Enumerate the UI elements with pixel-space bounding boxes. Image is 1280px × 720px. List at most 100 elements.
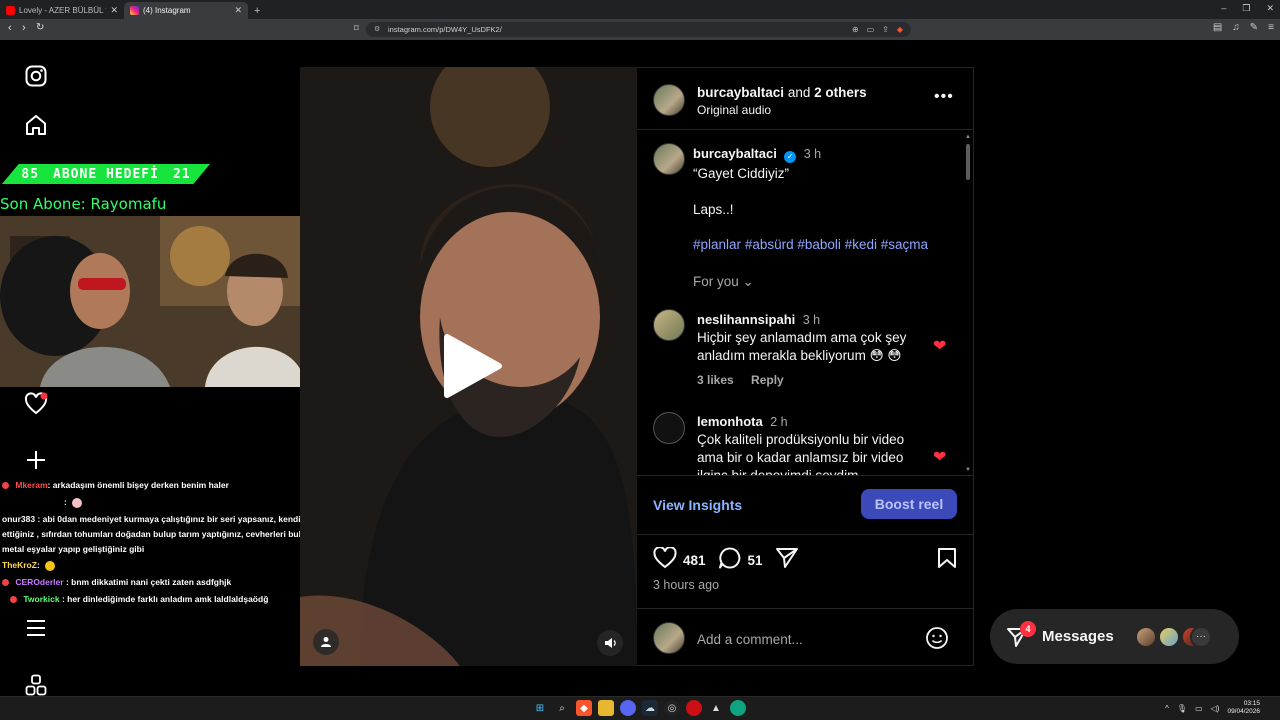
hashtag-link[interactable]: #baboli <box>797 237 841 252</box>
unread-badge: 4 <box>1020 621 1036 637</box>
comment-username[interactable]: neslihannsipahi <box>697 312 795 327</box>
liked-heart-icon[interactable]: ❤ <box>933 447 946 467</box>
clock[interactable]: 03:15 09/04/2026 <box>1227 700 1260 716</box>
original-audio-link[interactable]: Original audio <box>697 103 771 117</box>
maximize-icon[interactable]: ❐ <box>1242 3 1250 14</box>
minimize-icon[interactable]: – <box>1221 3 1226 14</box>
taskbar-apps: ⊞ ⌕ ◆ ☁ ◎ ▲ <box>532 700 746 716</box>
collaborators-link[interactable]: 2 others <box>814 85 867 100</box>
instagram-logo-icon[interactable] <box>22 62 50 90</box>
obs-icon[interactable]: ◎ <box>664 700 680 716</box>
forward-icon[interactable]: › <box>22 22 26 34</box>
chat-badge-icon <box>2 482 9 490</box>
tab-instagram[interactable]: (4) Instagram ✕ <box>124 2 248 19</box>
media-icon[interactable]: ♫ <box>1232 22 1240 33</box>
tagged-people-icon[interactable] <box>313 629 339 655</box>
home-icon[interactable] <box>22 111 50 139</box>
more-menu-icon[interactable] <box>22 614 50 642</box>
sidebar-icon[interactable]: ▤ <box>1213 22 1222 33</box>
comment-input[interactable]: Add a comment... <box>697 632 803 647</box>
tab-title: Lovely - AZER BÜLBÜL ft. Billie Eilish <box>19 6 106 15</box>
avatar[interactable] <box>653 143 685 175</box>
clock-date: 09/04/2026 <box>1227 708 1260 715</box>
scroll-up-icon[interactable]: ▲ <box>965 134 971 140</box>
post-side-panel: burcaybaltaci and 2 others Original audi… <box>637 67 974 666</box>
post-actions: 481 51 <box>653 545 957 574</box>
comments-list[interactable]: burcaybaltaci ✓ 3 h “Gayet Ciddiyiz” Lap… <box>637 131 973 475</box>
hashtag-link[interactable]: #absürd <box>745 237 794 252</box>
emote-icon <box>45 560 56 571</box>
like-count[interactable]: 481 <box>683 553 706 568</box>
boost-reel-button[interactable]: Boost reel <box>861 489 957 519</box>
opera-icon[interactable] <box>686 700 702 716</box>
avatar[interactable] <box>653 84 685 116</box>
comment-username[interactable]: lemonhota <box>697 414 763 429</box>
site-info-icon[interactable]: ⚙ <box>374 22 380 37</box>
avatar[interactable] <box>653 412 685 444</box>
author-username[interactable]: burcaybaltaci <box>697 85 784 100</box>
new-tab-button[interactable]: + <box>254 5 260 17</box>
volume-icon[interactable] <box>597 630 623 656</box>
play-icon[interactable] <box>441 333 503 404</box>
network-icon[interactable]: ▭ <box>1195 704 1203 713</box>
liked-heart-icon[interactable]: ❤ <box>933 336 946 356</box>
for-you-dropdown[interactable]: For you ⌄ <box>693 274 953 290</box>
chat-text: : arkadaşım önemli bişey derken benim ha… <box>47 480 229 490</box>
steam-icon[interactable]: ☁ <box>642 700 658 716</box>
zoom-icon[interactable]: ⊕ <box>852 22 859 37</box>
avatar[interactable] <box>653 309 685 341</box>
reply-button[interactable]: Reply <box>751 373 784 387</box>
tab-youtube[interactable]: Lovely - AZER BÜLBÜL ft. Billie Eilish ✕ <box>0 2 124 19</box>
volume-tray-icon[interactable]: ◁) <box>1211 704 1220 713</box>
mic-icon[interactable]: 🎙 <box>1177 704 1187 713</box>
chat-user: onur383 <box>2 514 36 524</box>
windows-taskbar: ⊞ ⌕ ◆ ☁ ◎ ▲ ^ 🎙 ▭ ◁) 03:15 09/04/2026 <box>0 696 1280 720</box>
extensions-icon[interactable]: ✎ <box>1250 22 1258 33</box>
hashtag-link[interactable]: #kedi <box>845 237 877 252</box>
more-options-icon[interactable]: ••• <box>934 88 954 106</box>
close-tab-icon[interactable]: ✕ <box>110 5 118 16</box>
comments-scrollbar[interactable]: ▲ ▼ <box>965 134 971 473</box>
brave-browser-icon[interactable]: ◆ <box>576 700 592 716</box>
cast-icon[interactable]: ▭ <box>867 22 875 37</box>
post-author[interactable]: burcaybaltaci and 2 others <box>697 85 867 100</box>
start-icon[interactable]: ⊞ <box>532 700 548 716</box>
clock-time: 03:15 <box>1243 700 1260 707</box>
url-actions: ⊕ ▭ ⇪ ◆ <box>852 22 903 37</box>
create-plus-icon[interactable] <box>22 446 50 474</box>
hashtag-link[interactable]: #planlar <box>693 237 741 252</box>
back-icon[interactable]: ‹ <box>8 22 12 34</box>
comment-icon[interactable] <box>718 546 742 574</box>
scroll-down-icon[interactable]: ▼ <box>965 467 971 473</box>
app-icon[interactable]: ▲ <box>708 700 724 716</box>
caption-username[interactable]: burcaybaltaci <box>693 146 777 161</box>
share-icon[interactable] <box>775 547 799 574</box>
chatgpt-icon[interactable] <box>730 700 746 716</box>
comment-likes[interactable]: 3 likes <box>697 373 734 387</box>
discord-icon[interactable] <box>620 700 636 716</box>
reload-icon[interactable]: ↻ <box>36 22 44 33</box>
address-bar[interactable]: ⚙ instagram.com/p/DW4Y_UsDFK2/ ⊕ ▭ ⇪ ◆ <box>366 22 911 37</box>
also-from-meta-icon[interactable] <box>22 671 50 699</box>
emoji-icon[interactable] <box>925 626 949 655</box>
more-avatars-icon: ··· <box>1190 626 1212 648</box>
like-icon[interactable] <box>653 545 677 574</box>
messages-button[interactable]: 4 Messages ··· <box>990 609 1239 664</box>
add-comment-bar: Add a comment... <box>637 608 973 666</box>
close-tab-icon[interactable]: ✕ <box>234 5 242 16</box>
hashtag-link[interactable]: #saçma <box>881 237 928 252</box>
scroll-thumb[interactable] <box>966 144 970 180</box>
menu-icon[interactable]: ≡ <box>1268 22 1274 33</box>
share-icon[interactable]: ⇪ <box>882 22 889 37</box>
tray-overflow-icon[interactable]: ^ <box>1165 704 1169 713</box>
file-explorer-icon[interactable] <box>598 700 614 716</box>
reel-video-player[interactable] <box>300 67 637 666</box>
bookmark-page-icon[interactable]: ⌑ <box>354 23 359 34</box>
close-window-icon[interactable]: ✕ <box>1266 3 1274 14</box>
save-bookmark-icon[interactable] <box>937 547 957 574</box>
view-insights-link[interactable]: View Insights <box>653 497 742 513</box>
search-icon[interactable]: ⌕ <box>554 700 570 716</box>
browser-toolbar: ‹ › ↻ ⌑ ⚙ instagram.com/p/DW4Y_UsDFK2/ ⊕… <box>0 19 1280 40</box>
notifications-heart-icon[interactable] <box>22 390 50 418</box>
brave-shields-icon[interactable]: ◆ <box>897 22 903 37</box>
